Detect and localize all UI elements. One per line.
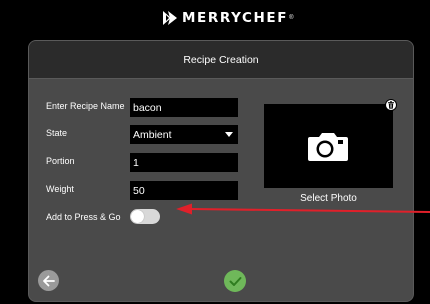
page-title: Recipe Creation [183,53,259,66]
weight-input[interactable]: 50 [130,181,238,200]
state-label: State [46,128,68,138]
panel-header: Recipe Creation [29,41,413,79]
recipe-name-input[interactable]: bacon [130,98,238,117]
portion-label: Portion [46,156,75,166]
recipe-creation-panel: Recipe Creation Enter Recipe Name bacon … [28,40,414,302]
brand-name: MERRYCHEF [182,10,289,26]
arrow-left-icon [43,275,55,286]
select-photo-label: Select Photo [300,193,357,204]
back-button[interactable] [38,270,59,291]
portion-input[interactable]: 1 [130,153,238,172]
photo-select-area[interactable] [264,104,393,188]
brand-reg-mark: ® [289,15,294,21]
state-select-value: Ambient [133,128,172,141]
press-and-go-label: Add to Press & Go [46,212,121,222]
press-and-go-toggle[interactable] [130,209,160,224]
weight-label: Weight [46,184,74,194]
chevron-down-icon [225,132,233,137]
trash-icon [388,101,394,109]
checkmark-icon [229,276,241,286]
recipe-name-label: Enter Recipe Name [46,101,125,111]
confirm-button[interactable] [224,270,246,292]
toggle-knob [131,210,144,223]
state-select[interactable]: Ambient [130,125,238,144]
camera-icon [308,133,348,161]
merrychef-logo-icon [163,11,177,25]
merrychef-logo: MERRYCHEF ® [162,8,293,28]
delete-photo-button[interactable] [385,99,397,111]
top-bar: MERRYCHEF ® [0,0,430,36]
